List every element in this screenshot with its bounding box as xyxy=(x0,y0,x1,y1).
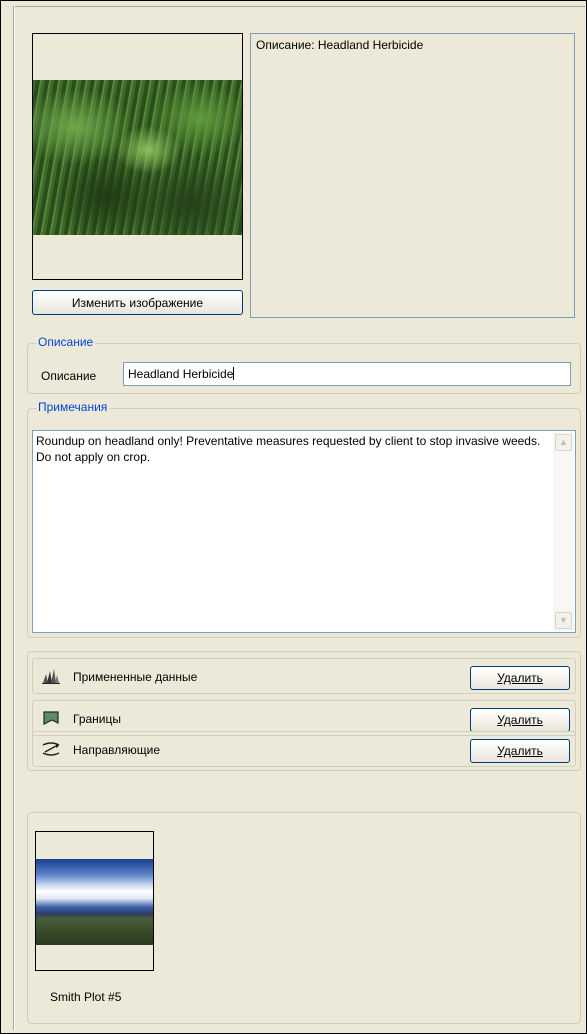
notes-scrollbar[interactable]: ▲ ▼ xyxy=(553,432,574,631)
photo-thumbnail-label: Smith Plot #5 xyxy=(50,990,122,1004)
description-label: Описание xyxy=(41,369,97,383)
scroll-up-arrow-icon[interactable]: ▲ xyxy=(555,434,572,451)
photo-thumbnail[interactable] xyxy=(35,831,154,971)
delete-label: Удалить xyxy=(497,744,543,758)
applied-data-icon xyxy=(42,669,60,684)
delete-label: Удалить xyxy=(497,671,543,685)
scroll-down-arrow-icon[interactable]: ▼ xyxy=(555,612,572,629)
delete-applied-data-button[interactable]: Удалить xyxy=(470,666,570,690)
change-image-button[interactable]: Изменить изображение xyxy=(32,290,243,315)
layer-label-guidance: Направляющие xyxy=(73,743,161,757)
delete-guidance-button[interactable]: Удалить xyxy=(470,739,570,763)
layer-label-applied-data: Примененные данные xyxy=(73,670,198,684)
layer-row-guidance: Направляющие Удалить xyxy=(32,731,576,767)
description-group-legend: Описание xyxy=(36,335,96,349)
preview-image-weeds xyxy=(33,80,242,235)
notes-textarea[interactable]: Roundup on headland only! Preventative m… xyxy=(32,430,576,633)
description-display: Описание: Headland Herbicide xyxy=(250,33,575,318)
boundary-icon xyxy=(43,711,59,725)
delete-boundaries-button[interactable]: Удалить xyxy=(470,708,570,732)
description-input[interactable]: Headland Herbicide xyxy=(123,362,571,386)
panel-border-top xyxy=(13,6,585,7)
layer-row-applied-data: Примененные данные Удалить xyxy=(32,658,576,694)
text-caret xyxy=(233,367,235,380)
notes-group-legend: Примечания xyxy=(36,400,110,414)
guidance-icon xyxy=(42,742,60,756)
description-input-value: Headland Herbicide xyxy=(128,367,234,381)
panel-border-left-highlight xyxy=(14,6,15,1030)
notes-text: Roundup on headland only! Preventative m… xyxy=(36,434,541,464)
preview-image-frame xyxy=(32,33,243,280)
delete-label: Удалить xyxy=(497,713,543,727)
layer-label-boundaries: Границы xyxy=(73,712,121,726)
photo-thumbnail-image xyxy=(36,859,153,945)
